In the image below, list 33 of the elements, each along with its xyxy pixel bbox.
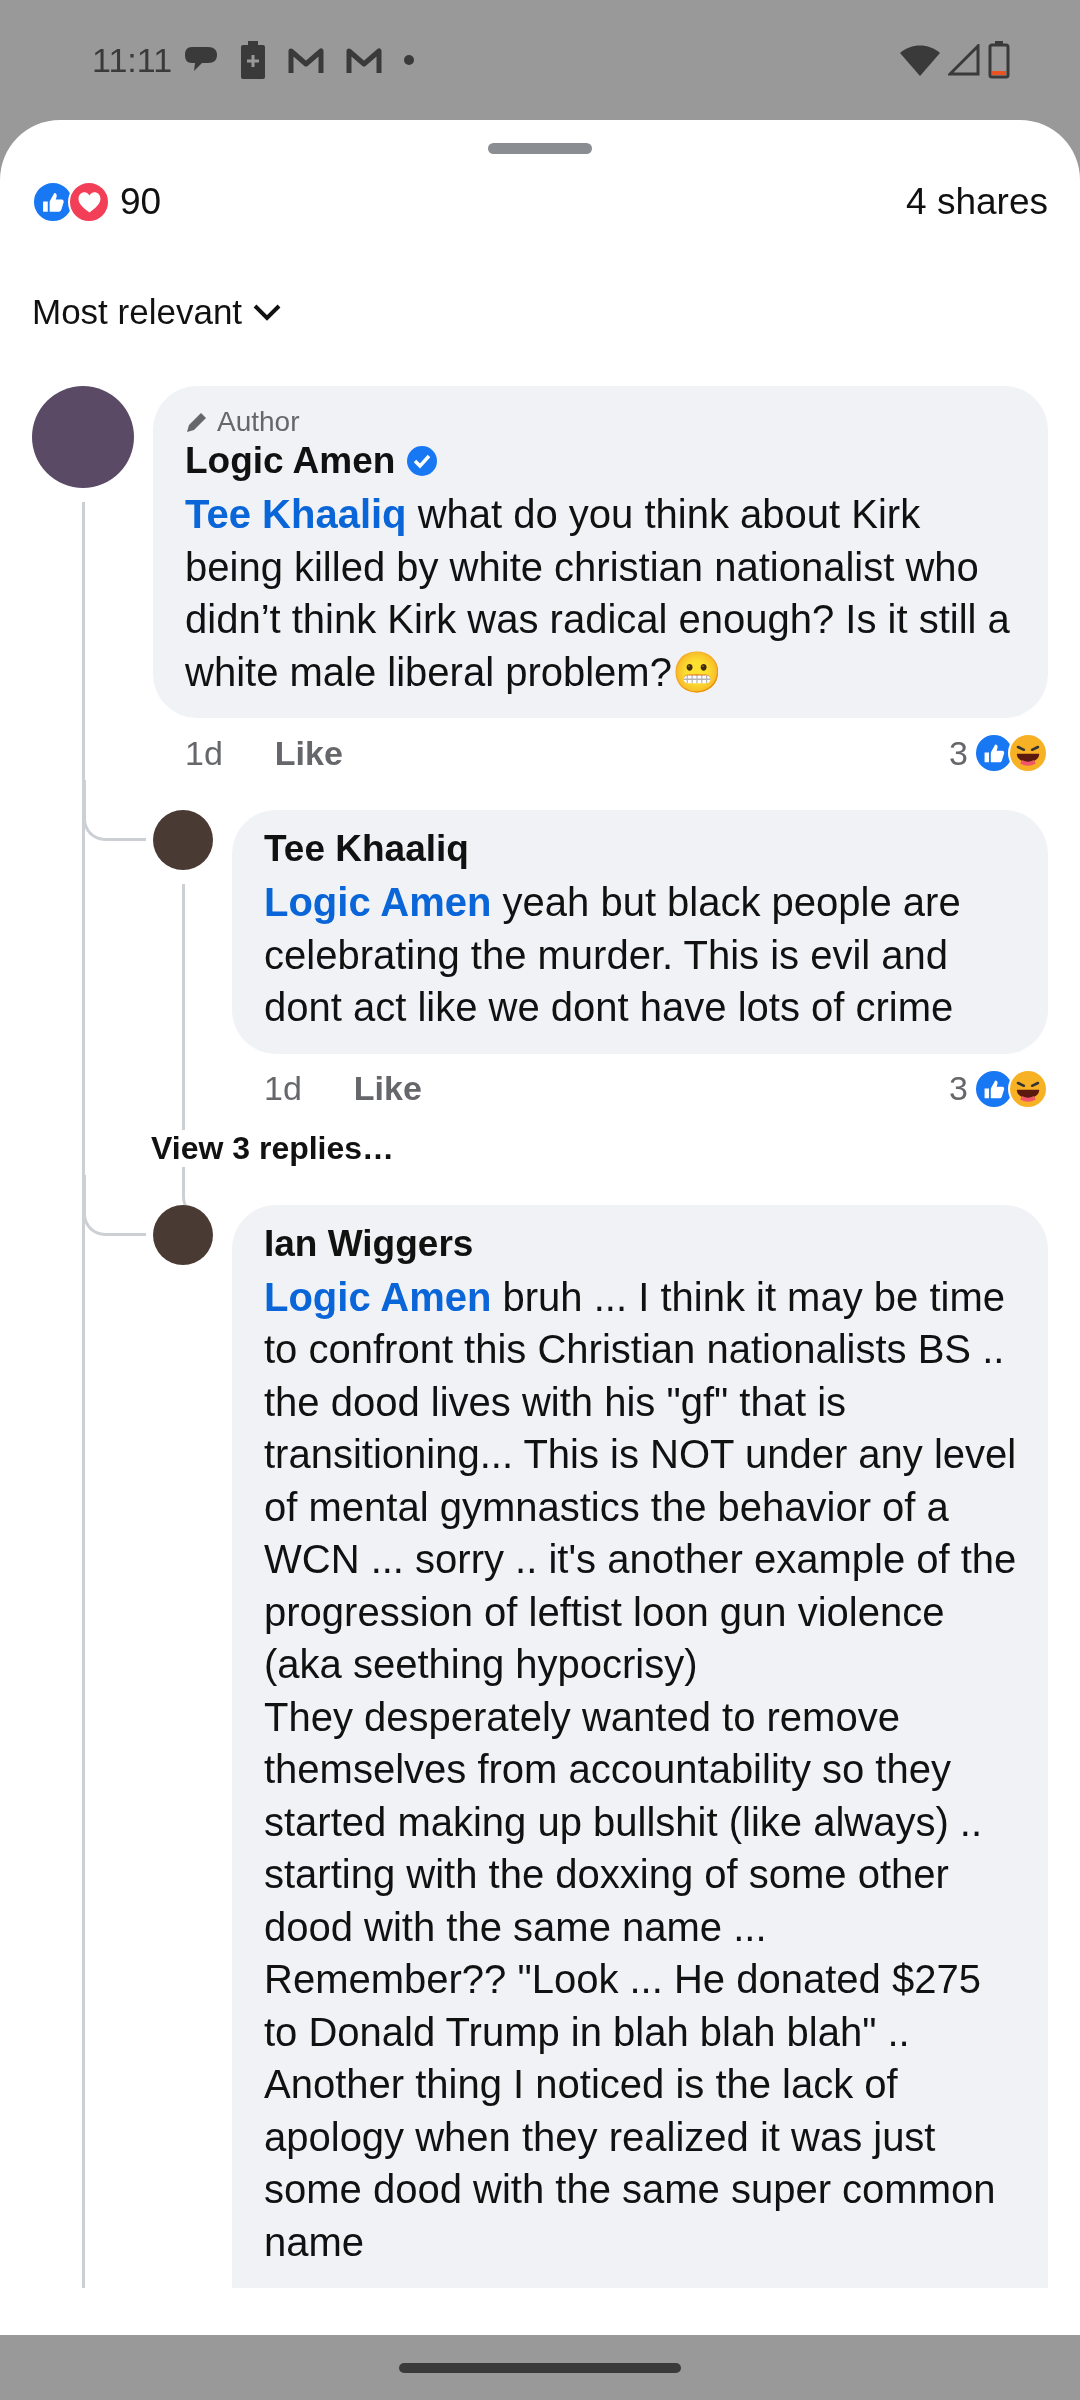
battery-icon — [988, 41, 1010, 79]
shares-count: 4 shares — [906, 181, 1048, 223]
mention-link[interactable]: Tee Khaaliq — [185, 492, 407, 536]
chevron-down-icon — [252, 302, 283, 322]
mention-link[interactable]: Logic Amen — [264, 1274, 492, 1319]
battery-plus-icon — [240, 41, 267, 79]
mention-link[interactable]: Logic Amen — [264, 880, 492, 924]
wifi-icon — [900, 44, 940, 76]
heart-reaction-icon — [68, 181, 110, 223]
signal-icon — [948, 44, 980, 76]
avatar-photo[interactable] — [153, 810, 213, 870]
author-name[interactable]: Tee Khaaliq — [264, 828, 469, 870]
sort-dropdown[interactable]: Most relevant — [32, 292, 283, 332]
comment-time: 1d — [264, 1069, 302, 1108]
like-button[interactable]: Like — [353, 1069, 422, 1108]
reaction-count: 90 — [120, 181, 162, 223]
laughing-reaction-icon — [1008, 1068, 1048, 1109]
comment-time: 1d — [185, 733, 223, 773]
reaction-count: 3 — [949, 733, 968, 773]
author-name[interactable]: Logic Amen — [185, 440, 396, 482]
reaction-count: 3 — [949, 1069, 968, 1108]
author-name[interactable]: Ian Wiggers — [264, 1222, 474, 1265]
pencil-icon — [185, 410, 209, 434]
comment-text: Logic Amen bruh ... I think it may be time to confront this Christian nationalists BS .. the dood lives with his "gf" that is transitioning... This is NOT under any level of mental gymnastics the behavior of a WCN ... sorry .. it's another example of the progression of leftist loon gun violence (aka seething hypocrisy) They desperately wanted to remove themselves from accountability so they started making up bullshit (like always) .. starting with the doxxing of some other dood with the same name ... Remember?? "Look ... He donated $275 to Donald Trump in blah blah blah" .. Another thing I noticed is the lack of apology when they realized it was just some dood with the same super common name — [264, 1273, 1018, 2266]
like-button[interactable]: Like — [274, 733, 343, 773]
dot-icon — [404, 55, 415, 65]
comment-text: Logic Amen yeah but black people are celebrating the murder. This is evil and dont act like we dont have lots of crime — [264, 879, 962, 1031]
author-label: Author — [217, 406, 300, 438]
clock-time: 11:11 — [92, 40, 173, 80]
home-indicator[interactable] — [399, 2362, 681, 2373]
laughing-reaction-icon — [1008, 733, 1048, 773]
comment-text: Tee Khaaliq what do you think about Kirk being killed by white christian nationalist who didn’t think Kirk was radical enough? Is it still a white male liberal problem?😬 — [185, 491, 1011, 696]
drag-handle[interactable] — [488, 143, 592, 154]
